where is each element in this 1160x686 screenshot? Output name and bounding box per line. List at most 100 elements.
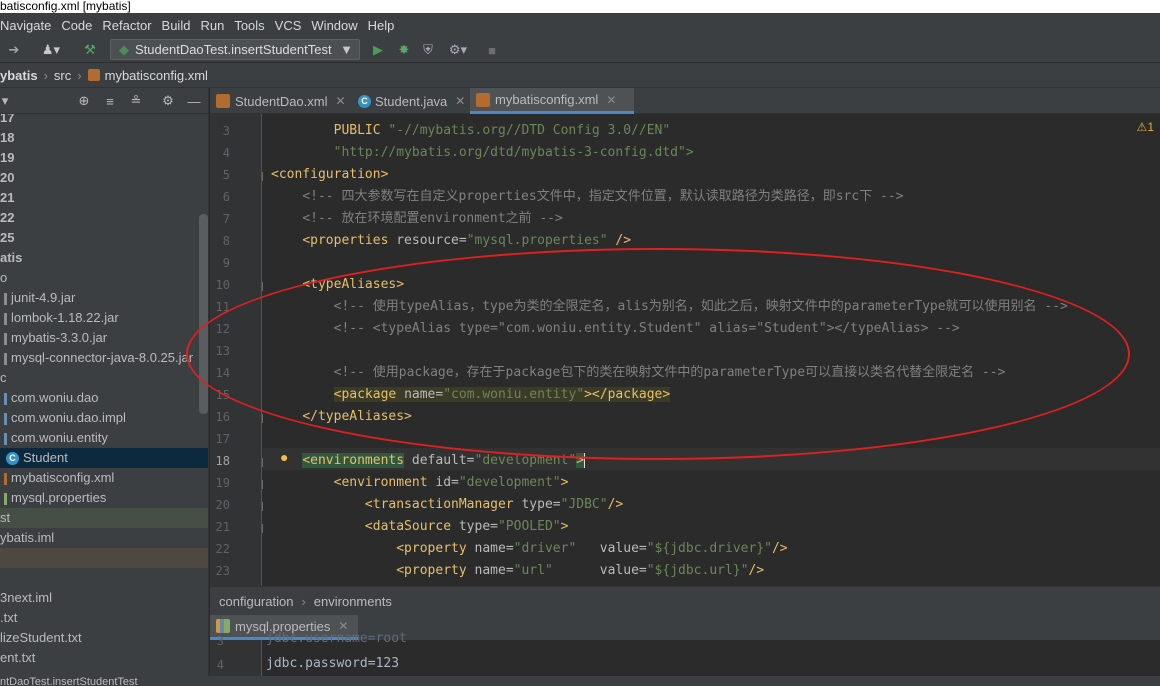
tree-item[interactable]: lizeStudent.txt (0, 628, 208, 648)
gear-icon[interactable]: ⚙ (160, 92, 176, 110)
tab-studentdao-xml[interactable]: StudentDao.xml ✕ (210, 88, 352, 114)
menu-window[interactable]: Window (311, 18, 357, 33)
tree-item[interactable]: 22 (0, 208, 208, 228)
code-line: <transactionManager type="JDBC"/> (364, 497, 624, 512)
line-number: 4 (222, 146, 230, 160)
tree-item-label: 22 (0, 210, 15, 225)
tree-item[interactable]: lombok-1.18.22.jar (0, 308, 208, 328)
code-line: "http://mybatis.org/dtd/mybatis-3-config… (333, 145, 694, 160)
xml-file-icon (476, 92, 490, 107)
jar-file-icon (4, 312, 7, 325)
menu-code[interactable]: Code (61, 18, 92, 33)
line-number: 21 (215, 520, 230, 534)
line-number: 20 (215, 498, 230, 512)
line-number: 22 (215, 542, 230, 556)
jar-file-icon (4, 292, 7, 305)
tree-item[interactable]: junit-4.9.jar (0, 288, 208, 308)
close-icon[interactable]: ✕ (336, 94, 346, 108)
package-icon (4, 412, 7, 425)
stop-icon[interactable]: ■ (484, 41, 500, 59)
tree-item[interactable]: o (0, 268, 208, 288)
xml-file-icon (87, 69, 100, 81)
locate-icon[interactable]: ⊕ (76, 92, 92, 110)
lightbulb-icon[interactable]: ● (280, 449, 288, 465)
tree-item[interactable]: mysql-connector-java-8.0.25.jar (0, 348, 208, 368)
tree-item[interactable]: 25 (0, 228, 208, 248)
breadcrumb-file[interactable]: mybatisconfig.xml (105, 68, 208, 83)
collapse-all-icon[interactable]: ≗ (128, 92, 144, 110)
tree-item[interactable]: com.woniu.entity (0, 428, 208, 448)
tree-item-label: Student (23, 450, 68, 465)
menu-run[interactable]: Run (200, 18, 224, 33)
tree-item[interactable]: st (0, 508, 208, 528)
warning-count: 1 (1147, 120, 1154, 134)
tree-item[interactable]: C Student (0, 448, 208, 468)
structure-crumb-configuration[interactable]: configuration (219, 594, 293, 609)
tree-item[interactable]: 20 (0, 168, 208, 188)
properties-editor[interactable]: 3 4 jdbc.username=root jdbc.password=123 (210, 631, 1160, 676)
tree-item-label: mybatis-3.3.0.jar (11, 330, 108, 345)
expand-all-icon[interactable]: ≡ (102, 92, 118, 110)
tree-item[interactable]: mysql.properties (0, 488, 208, 508)
tree-item[interactable]: com.woniu.dao (0, 388, 208, 408)
tab-label: mybatisconfig.xml (495, 92, 599, 107)
hide-panel-icon[interactable]: — (186, 92, 202, 110)
code-line: <dataSource type="POOLED"> (364, 519, 569, 534)
run-configuration-label: StudentDaoTest.insertStudentTest (135, 42, 332, 57)
tab-student-java[interactable]: C Student.java ✕ (352, 88, 471, 114)
code-line: <property name="url" value="${jdbc.url}"… (396, 563, 765, 578)
properties-file-icon (216, 619, 230, 633)
tree-item[interactable]: mybatis-3.3.0.jar (0, 328, 208, 348)
menu-navigate[interactable]: Navigate (0, 18, 51, 33)
tree-item-label: st (0, 510, 11, 525)
tree-item[interactable]: 3next.iml (0, 588, 208, 608)
tree-item[interactable]: ybatis.iml (0, 528, 208, 548)
close-icon[interactable]: ✕ (455, 94, 465, 108)
coverage-icon[interactable]: ⛨ (420, 41, 436, 59)
structure-crumb-environments[interactable]: environments (314, 594, 392, 609)
tree-item[interactable]: 19 (0, 148, 208, 168)
line-number: 8 (222, 234, 230, 248)
close-icon[interactable]: ✕ (606, 93, 616, 107)
menu-tools[interactable]: Tools (234, 18, 264, 33)
class-icon: C (6, 452, 19, 466)
structure-breadcrumb: configuration › environments (210, 586, 1160, 615)
line-number: 6 (222, 190, 230, 204)
breadcrumb-project[interactable]: ybatis (0, 68, 38, 83)
tree-item-label: 18 (0, 130, 15, 145)
menu-build[interactable]: Build (162, 18, 191, 33)
tree-item-label: 17 (0, 114, 15, 125)
tree-item[interactable]: atis (0, 248, 208, 268)
debug-icon[interactable]: ✸ (396, 41, 412, 59)
tree-item[interactable] (0, 568, 208, 588)
user-icon[interactable]: ♟▾ (38, 41, 64, 59)
run-icon[interactable]: ▶ (370, 41, 386, 59)
tree-item[interactable]: mybatisconfig.xml (0, 468, 208, 488)
tree-item-label: 19 (0, 150, 15, 165)
menu-vcs[interactable]: VCS (275, 18, 302, 33)
menu-refactor[interactable]: Refactor (102, 18, 151, 33)
tree-item[interactable]: 18 (0, 128, 208, 148)
run-configuration-select[interactable]: ◆ StudentDaoTest.insertStudentTest ▼ (110, 39, 360, 60)
tab-mybatisconfig-xml[interactable]: mybatisconfig.xml ✕ (470, 88, 634, 114)
tree-item[interactable]: 17 (0, 114, 208, 128)
line-number: 4 (216, 658, 224, 672)
chevron-right-icon: › (43, 67, 48, 83)
properties-file-icon (4, 492, 7, 505)
tree-item[interactable]: .txt (0, 608, 208, 628)
back-arrow-icon[interactable]: ➔ (6, 41, 22, 59)
project-panel-header: ▾ ⊕ ≡ ≗ ⚙ — (0, 88, 209, 114)
menu-help[interactable]: Help (368, 18, 395, 33)
build-hammer-icon[interactable]: ⚒ (82, 41, 98, 59)
tree-item[interactable]: ent.txt (0, 648, 208, 668)
tree-item[interactable]: c (0, 368, 208, 388)
warning-indicator[interactable]: ⚠1 (1137, 120, 1154, 134)
profile-icon[interactable]: ⚙▾ (444, 41, 472, 59)
tree-item[interactable]: 21 (0, 188, 208, 208)
status-text: ntDaoTest.insertStudentTest (0, 676, 138, 686)
chevron-down-icon[interactable]: ▾ (0, 92, 10, 110)
tree-item[interactable]: com.woniu.dao.impl (0, 408, 208, 428)
tree-item[interactable] (0, 548, 208, 568)
menu-bar: Navigate Code Refactor Build Run Tools V… (0, 13, 1160, 37)
breadcrumb-src[interactable]: src (54, 68, 71, 83)
